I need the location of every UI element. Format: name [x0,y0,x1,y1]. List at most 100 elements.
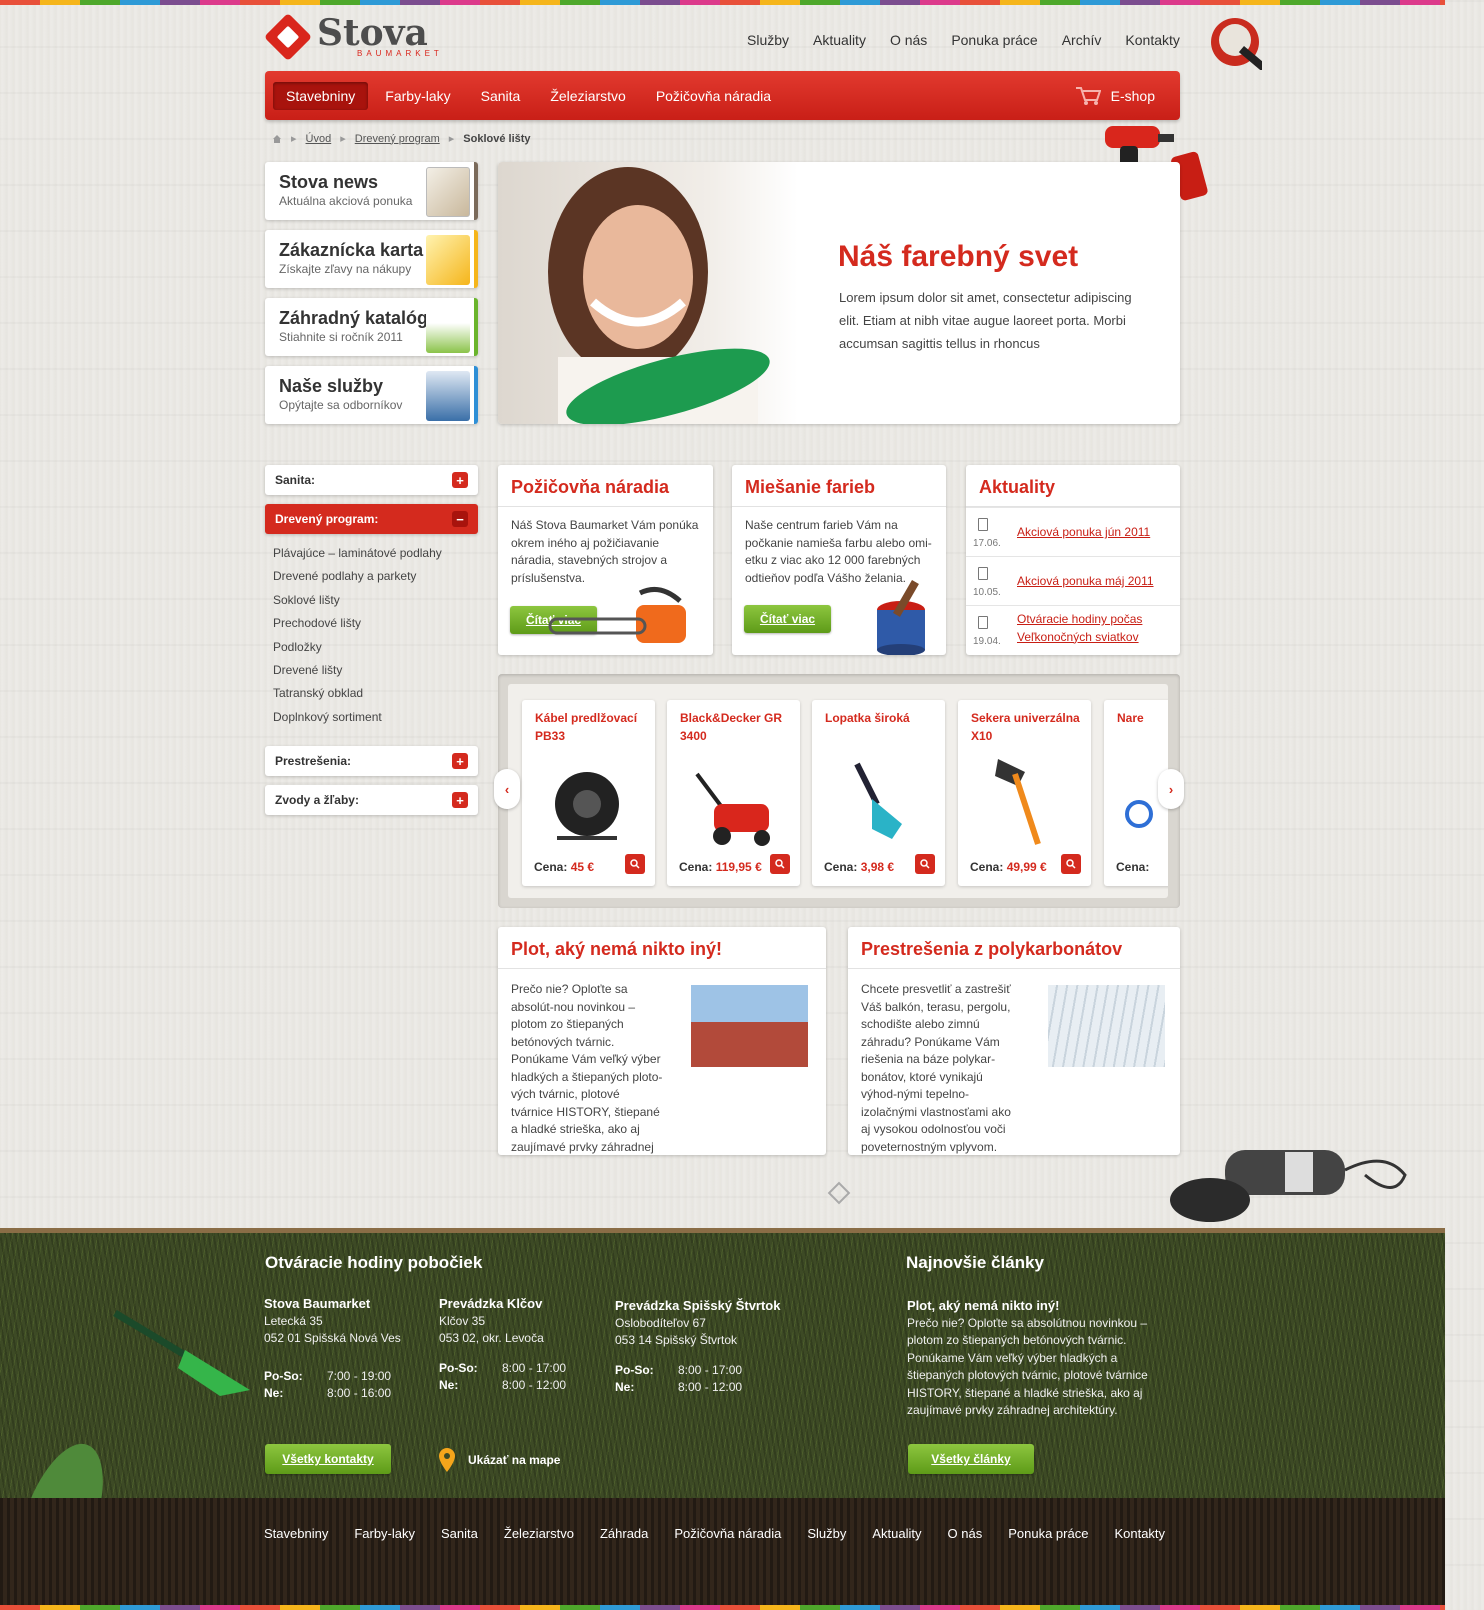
card-pozicovna: Požičovňa náradia Náš Stova Baumarket Vá… [498,465,713,655]
bottomnav-zahrada[interactable]: Záhrada [600,1526,648,1541]
subcategory-item[interactable]: Podložky [273,639,442,662]
plus-icon[interactable]: + [452,472,468,488]
subcategory-item[interactable]: Tatranský obklad [273,685,442,708]
topnav-sluzby[interactable]: Služby [735,32,801,48]
news-date: 19.04. [973,636,1001,647]
promo-accent-bar [474,298,478,356]
eshop-label: E-shop [1110,87,1155,104]
news-link[interactable]: Otváracie hodiny počas Veľkonočných svia… [1017,611,1157,646]
category-label: Zvody a žľaby: [275,793,359,807]
product-price: Cena: 45 € [534,860,595,874]
plus-icon[interactable]: + [452,753,468,769]
card-title: Požičovňa náradia [498,465,713,507]
article-text: Prečo nie? Oploťte sa absolút-nou novink… [511,982,663,1154]
plus-icon[interactable]: + [452,792,468,808]
zoom-icon[interactable] [915,854,935,874]
carousel-prev-button[interactable]: ‹ [494,769,520,809]
hours-time: 7:00 - 19:00 [327,1368,392,1383]
worker-icon [426,371,470,421]
hero-banner[interactable]: Náš farebný svet Lorem ipsum dolor sit a… [498,162,1180,424]
category-label: Drevený program: [275,512,379,526]
bottomnav-aktuality[interactable]: Aktuality [872,1526,921,1541]
news-link[interactable]: Akciová ponuka máj 2011 [1017,573,1154,591]
all-contacts-button[interactable]: Všetky kontakty [265,1444,391,1474]
card-title: Miešanie farieb [732,465,946,507]
category-prestresenia[interactable]: Prestrešenia: + [265,746,478,776]
hero-text: Lorem ipsum dolor sit amet, consectetur … [839,290,1132,351]
product-name: Kábel predlžovací PB33 [535,711,638,743]
mainnav-pozicovna[interactable]: Požičovňa náradia [643,82,784,110]
cable-reel-icon [555,772,619,840]
zoom-icon[interactable] [770,854,790,874]
promo-stova-news[interactable]: Stova news Aktuálna akciová ponuka [265,162,478,220]
card-aktuality: Aktuality 17.06. Akciová ponuka jún 2011… [966,465,1180,655]
footer-article-title[interactable]: Plot, aký nemá nikto iný! [907,1297,1177,1315]
topnav-archiv[interactable]: Archív [1050,32,1114,48]
subcategory-item[interactable]: Doplnkový sortiment [273,709,442,732]
breadcrumb-separator-icon: ▸ [340,133,346,145]
zoom-icon[interactable] [625,854,645,874]
show-map-link[interactable]: Ukázať na mape [438,1447,560,1473]
logo-text: Stova [317,12,428,54]
bottom-bar: Stavebniny Farby-laky Sanita Železiarstv… [0,1498,1445,1610]
product-card[interactable]: Sekera univerzálna X10 Cena: 49,99 € [958,700,1091,886]
mainnav-sanita[interactable]: Sanita [468,82,534,110]
document-icon [978,518,988,531]
read-more-button[interactable]: Čítať viac [744,605,831,633]
mainnav-stavebniny[interactable]: Stavebniny [273,81,369,110]
promo-zakaznicka-karta[interactable]: Zákaznícka karta Získajte zľavy na nákup… [265,230,478,288]
bottomnav-stavebniny[interactable]: Stavebniny [264,1526,328,1541]
news-item: 19.04. Otváracie hodiny počas Veľkonočný… [966,605,1180,654]
topnav-o-nas[interactable]: O nás [878,32,939,48]
category-sanita[interactable]: Sanita: + [265,465,478,495]
card-title: Aktuality [966,465,1180,507]
article-title[interactable]: Prestrešenia z polykarbonátov [848,927,1180,969]
mainnav-zeleziarstvo[interactable]: Železiarstvo [537,82,638,110]
carousel-next-button[interactable]: › [1158,769,1184,809]
footer-article-text: Prečo nie? Oploťte sa absolútnou novinko… [907,1315,1148,1418]
bottomnav-o-nas[interactable]: O nás [948,1526,983,1541]
zoom-icon[interactable] [1061,854,1081,874]
bottomnav-kontakty[interactable]: Kontakty [1114,1526,1165,1541]
subcategory-item[interactable]: Drevené podlahy a parkety [273,568,442,591]
trowel-icon [854,762,902,839]
breadcrumb-dreveny-program[interactable]: Drevený program [355,133,440,145]
subcategory-item[interactable]: Drevené lišty [273,662,442,685]
subcategory-item[interactable]: Plávajúce – laminátové podlahy [273,545,442,568]
promo-zahradny-katalog[interactable]: Záhradný katalóg Stiahnite si ročník 201… [265,298,478,356]
logo[interactable]: Stova BAUMARKET [263,12,443,62]
top-color-stripe [0,0,1445,5]
category-zvody[interactable]: Zvody a žľaby: + [265,785,478,815]
bottomnav-farby-laky[interactable]: Farby-laky [354,1526,415,1541]
article-roof: Prestrešenia z polykarbonátov Chcete pre… [848,927,1180,1155]
topnav-aktuality[interactable]: Aktuality [801,32,878,48]
small-logo-icon [827,1181,851,1205]
bottomnav-sanita[interactable]: Sanita [441,1526,478,1541]
home-icon[interactable] [272,134,282,144]
article-title[interactable]: Plot, aký nemá nikto iný! [498,927,826,969]
bottomnav-ponuka-prace[interactable]: Ponuka práce [1008,1526,1088,1541]
category-label: Prestrešenia: [275,754,352,768]
carousel-track: Kábel predlžovací PB33 Cena: 45 € Black&… [508,684,1168,898]
subcategory-item[interactable]: Prechodové lišty [273,615,442,638]
bottomnav-zeleziarstvo[interactable]: Železiarstvo [504,1526,574,1541]
mainnav-farby-laky[interactable]: Farby-laky [372,82,463,110]
subcategory-item[interactable]: Soklové lišty [273,592,442,615]
product-card[interactable]: Black&Decker GR 3400 Cena: 119,95 € [667,700,800,886]
logo-subtext: BAUMARKET [357,49,443,58]
all-articles-button[interactable]: Všetky články [908,1444,1034,1474]
breadcrumb-uvod[interactable]: Úvod [306,133,332,145]
hours-day: Po-So: [439,1360,478,1375]
category-dreveny-program[interactable]: Drevený program: − [265,504,478,534]
bottomnav-sluzby[interactable]: Služby [807,1526,846,1541]
product-card[interactable]: Kábel predlžovací PB33 Cena: 45 € [522,700,655,886]
topnav-ponuka-prace[interactable]: Ponuka práce [939,32,1049,48]
topnav-kontakty[interactable]: Kontakty [1113,32,1191,48]
promo-nase-sluzby[interactable]: Naše služby Opýtajte sa odborníkov [265,366,478,424]
product-card[interactable]: Lopatka široká Cena: 3,98 € [812,700,945,886]
eshop-link[interactable]: E-shop [1062,80,1168,112]
minus-icon[interactable]: − [452,511,468,527]
customer-card-icon [426,235,470,285]
news-link[interactable]: Akciová ponuka jún 2011 [1017,524,1150,542]
bottomnav-pozicovna[interactable]: Požičovňa náradia [674,1526,781,1541]
